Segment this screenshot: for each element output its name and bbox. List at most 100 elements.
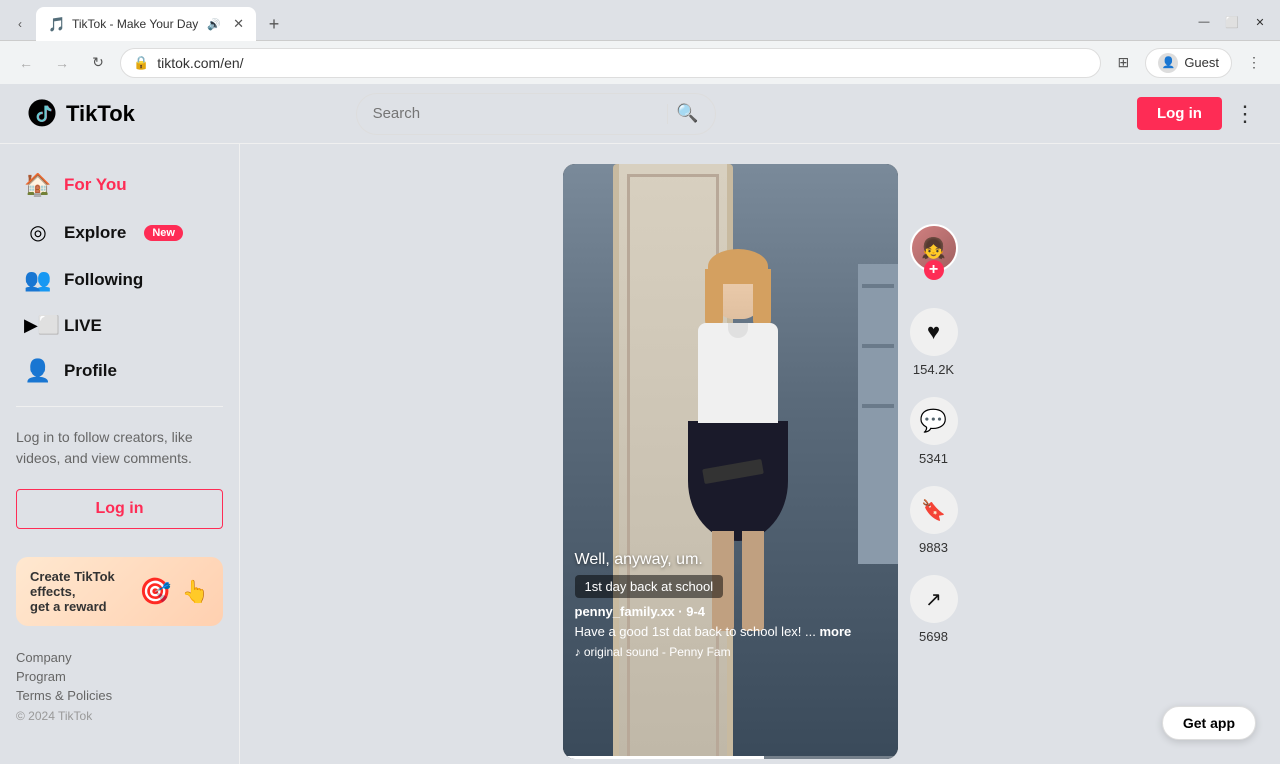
sidebar-item-explore[interactable]: ◎ Explore New	[8, 210, 231, 255]
video-username: penny_family.xx · 9-4	[575, 604, 886, 619]
search-divider	[667, 104, 668, 124]
video-tag: 1st day back at school	[575, 575, 724, 598]
guest-label: Guest	[1184, 55, 1219, 70]
effects-line2: get a reward	[30, 599, 129, 614]
live-icon: ▶⬜	[24, 315, 52, 336]
search-input[interactable]	[373, 105, 660, 122]
like-button[interactable]: ♥ 154.2K	[910, 308, 958, 377]
bookmark-button[interactable]: 🔖 9883	[910, 486, 958, 555]
profile-label: Profile	[64, 361, 117, 381]
browser-toolbar: ← → ↻ 🔒 tiktok.com/en/ ⊞ 👤 Guest ⋮	[0, 40, 1280, 84]
minimize-button[interactable]: —	[1192, 10, 1216, 34]
tab-mute-icon[interactable]: 🔊	[207, 18, 221, 31]
share-count: 5698	[919, 629, 948, 644]
sidebar-item-following[interactable]: 👥 Following	[8, 257, 231, 303]
guest-profile-button[interactable]: 👤 Guest	[1145, 48, 1232, 78]
tiktok-page: TikTok 🔍 Log in ⋮ 🏠 For You	[0, 84, 1280, 764]
bookmark-count: 9883	[919, 540, 948, 555]
sidebar-divider	[16, 406, 223, 407]
sidebar-footer: Company Program Terms & Policies © 2024 …	[0, 634, 239, 741]
video-actions: 👧 + ♥ 154.2K	[898, 164, 958, 744]
effects-banner[interactable]: Create TikTok effects, get a reward 🎯 👆	[16, 557, 223, 626]
site-header: TikTok 🔍 Log in ⋮	[0, 84, 1280, 144]
guest-avatar: 👤	[1158, 53, 1178, 73]
live-label: LIVE	[64, 316, 102, 336]
main-layout: 🏠 For You ◎ Explore New 👥 Following ▶⬜	[0, 144, 1280, 764]
content-area: Well, anyway, um. 1st day back at school…	[240, 144, 1280, 764]
bookmark-icon: 🔖	[910, 486, 958, 534]
maximize-button[interactable]: ⬜	[1220, 10, 1244, 34]
toolbar-actions: ⊞ 👤 Guest ⋮	[1109, 48, 1268, 78]
video-caption: Well, anyway, um.	[575, 551, 886, 569]
search-icon[interactable]: 🔍	[676, 103, 698, 124]
sidebar-item-profile[interactable]: 👤 Profile	[8, 348, 231, 394]
window-controls: — ⬜ ✕	[1192, 10, 1272, 38]
browser-window: ‹ 🎵 TikTok - Make Your Day 🔊 ✕ + — ⬜ ✕ ←…	[0, 0, 1280, 764]
creator-avatar-button[interactable]: 👧 +	[910, 224, 958, 272]
footer-program-link[interactable]: Program	[16, 669, 223, 684]
lock-icon: 🔒	[133, 55, 149, 71]
effects-icon: 🎯	[139, 576, 171, 607]
tab-title: TikTok - Make Your Day	[72, 17, 199, 31]
sidebar-item-for-you[interactable]: 🏠 For You	[8, 162, 231, 208]
get-app-button[interactable]: Get app	[1162, 706, 1256, 740]
tab-favicon: 🎵	[48, 16, 64, 32]
comment-count: 5341	[919, 451, 948, 466]
header-actions: Log in ⋮	[1137, 97, 1256, 130]
video-description: Have a good 1st dat back to school lex! …	[575, 623, 886, 641]
footer-company-link[interactable]: Company	[16, 650, 223, 665]
back-button[interactable]: ←	[12, 49, 40, 77]
browser-menu-button[interactable]: ⋮	[1240, 49, 1268, 77]
refresh-button[interactable]: ↻	[84, 49, 112, 77]
search-bar[interactable]: 🔍	[356, 93, 716, 135]
tab-close-button[interactable]: ✕	[233, 16, 244, 32]
logo-text: TikTok	[66, 101, 135, 127]
explore-icon: ◎	[24, 220, 52, 245]
extensions-icon[interactable]: ⊞	[1109, 49, 1137, 77]
effects-hand-icon: 👆	[182, 579, 209, 605]
address-bar[interactable]: 🔒 tiktok.com/en/	[120, 48, 1101, 78]
forward-button[interactable]: →	[48, 49, 76, 77]
sidebar: 🏠 For You ◎ Explore New 👥 Following ▶⬜	[0, 144, 240, 764]
video-overlay: Well, anyway, um. 1st day back at school…	[575, 551, 886, 659]
tiktok-logo-icon	[24, 96, 60, 132]
more-options-icon[interactable]: ⋮	[1234, 101, 1256, 127]
effects-line1: Create TikTok effects,	[30, 569, 129, 599]
tab-controls: ‹	[8, 12, 32, 36]
active-tab[interactable]: 🎵 TikTok - Make Your Day 🔊 ✕	[36, 7, 256, 41]
following-icon: 👥	[24, 267, 52, 293]
url-text: tiktok.com/en/	[157, 55, 243, 71]
profile-icon: 👤	[24, 358, 52, 384]
comment-button[interactable]: 💬 5341	[910, 397, 958, 466]
like-icon: ♥	[910, 308, 958, 356]
comment-icon: 💬	[910, 397, 958, 445]
new-tab-button[interactable]: +	[260, 10, 288, 38]
home-icon: 🏠	[24, 172, 52, 198]
for-you-label: For You	[64, 175, 127, 195]
effects-text-area: Create TikTok effects, get a reward	[30, 569, 129, 614]
video-more-link[interactable]: more	[820, 624, 852, 639]
login-button[interactable]: Log in	[1137, 97, 1222, 130]
close-button[interactable]: ✕	[1248, 10, 1272, 34]
following-label: Following	[64, 270, 143, 290]
explore-label: Explore	[64, 223, 126, 243]
video-shelf	[858, 264, 898, 564]
share-button[interactable]: ↗ 5698	[910, 575, 958, 644]
explore-badge: New	[144, 225, 183, 241]
like-count: 154.2K	[913, 362, 954, 377]
video-feed: Well, anyway, um. 1st day back at school…	[563, 164, 958, 744]
video-progress-fill	[563, 756, 764, 759]
footer-copyright: © 2024 TikTok	[16, 709, 92, 723]
footer-terms-link[interactable]: Terms & Policies	[16, 688, 223, 703]
sidebar-login-button[interactable]: Log in	[16, 489, 223, 529]
video-progress-bar[interactable]	[563, 756, 898, 759]
video-sound: ♪ original sound - Penny Fam	[575, 645, 886, 659]
tab-prev-button[interactable]: ‹	[8, 12, 32, 36]
share-icon: ↗	[910, 575, 958, 623]
sidebar-item-live[interactable]: ▶⬜ LIVE	[8, 305, 231, 346]
tab-bar: ‹ 🎵 TikTok - Make Your Day 🔊 ✕ + — ⬜ ✕	[0, 0, 1280, 40]
video-player[interactable]: Well, anyway, um. 1st day back at school…	[563, 164, 898, 759]
logo-area[interactable]: TikTok	[24, 96, 135, 132]
sidebar-cta-text: Log in to follow creators, like videos, …	[0, 419, 239, 477]
follow-plus-icon[interactable]: +	[924, 260, 944, 280]
